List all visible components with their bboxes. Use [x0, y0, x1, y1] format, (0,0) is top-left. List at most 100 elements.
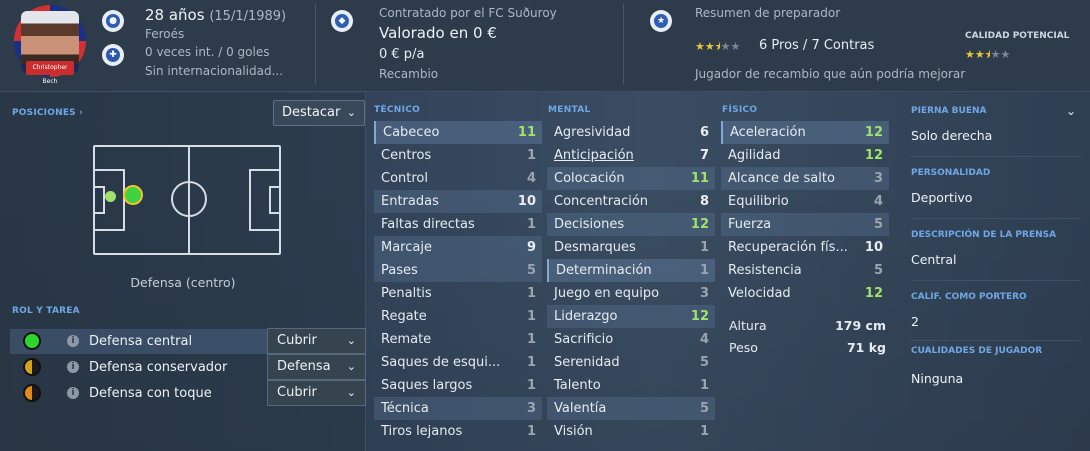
attribute-name: Velocidad: [728, 286, 791, 301]
coach-report-title[interactable]: Resumen de preparador: [695, 6, 840, 20]
attribute-row[interactable]: Recuperación fís... 10: [721, 236, 889, 259]
attribute-name: Saques de esqui...: [381, 355, 501, 370]
attribute-row[interactable]: Saques de esqui... 1: [374, 351, 542, 374]
positions-label[interactable]: POSICIONES ›: [12, 108, 83, 118]
attribute-row[interactable]: Pases 5: [374, 259, 542, 282]
player-nation[interactable]: Feroés: [145, 27, 184, 41]
attribute-value: 1: [699, 424, 709, 439]
attribute-name: Visión: [554, 424, 593, 439]
attribute-row[interactable]: Decisiones 12: [547, 213, 715, 236]
attribute-row[interactable]: Centros 1: [374, 144, 542, 167]
attribute-row[interactable]: Saques largos 1: [374, 374, 542, 397]
attribute-value: 4: [526, 171, 536, 186]
attribute-row[interactable]: Control 4: [374, 167, 542, 190]
attribute-name: Tiros lejanos: [381, 424, 463, 439]
attribute-name: Anticipación: [554, 148, 634, 163]
attribute-row[interactable]: Valentía 5: [547, 397, 715, 420]
role-suitability-icon: [23, 384, 41, 402]
physical-header: FÍSICO: [722, 105, 758, 115]
attribute-row[interactable]: Colocación 11: [547, 167, 715, 190]
position-dot-secondary[interactable]: [105, 191, 116, 202]
attribute-row[interactable]: Agilidad 12: [721, 144, 889, 167]
attribute-value: 11: [517, 125, 536, 140]
attribute-row[interactable]: Sacrificio 4: [547, 328, 715, 351]
attribute-row[interactable]: Juego en equipo 3: [547, 282, 715, 305]
attribute-value: 12: [864, 286, 883, 301]
player-value: Valorado en 0 €: [379, 24, 497, 42]
role-suitability-icon: [23, 358, 41, 376]
attribute-row[interactable]: Serenidad 5: [547, 351, 715, 374]
attribute-row[interactable]: Alcance de salto 3: [721, 167, 889, 190]
attribute-value: 4: [699, 332, 709, 347]
chevron-down-icon[interactable]: ⌄: [1066, 104, 1076, 118]
divider: [911, 218, 1081, 219]
attribute-row[interactable]: Marcaje 9: [374, 236, 542, 259]
player-wage: 0 € p/a: [379, 47, 425, 62]
mental-header: MENTAL: [548, 105, 591, 115]
attribute-row[interactable]: Desmarques 1: [547, 236, 715, 259]
pitch-goal-box-right: [269, 186, 281, 214]
star-empty-icon: ★★: [990, 48, 1011, 61]
attribute-value: 12: [864, 148, 883, 163]
duty-value: Cubrir: [277, 333, 317, 348]
attribute-row[interactable]: Talento 1: [547, 374, 715, 397]
info-icon[interactable]: i: [67, 335, 79, 347]
attribute-row[interactable]: Cabeceo 11: [374, 121, 542, 144]
attribute-value: 1: [526, 217, 536, 232]
divider: [911, 156, 1081, 157]
star-badge-icon: ★: [650, 10, 672, 32]
attribute-row[interactable]: Velocidad 12: [721, 282, 889, 305]
attribute-row[interactable]: Anticipación 7: [547, 144, 715, 167]
potential-stars: ★★⯨★★: [965, 46, 1010, 65]
highlight-dropdown[interactable]: Destacar ⌄: [273, 100, 365, 126]
intl-status: Sin internacionalidad...: [145, 64, 284, 78]
contract-club[interactable]: Contratado por el FC Suðuroy: [379, 6, 557, 20]
star-empty-icon: ★★: [720, 40, 741, 53]
info-icon[interactable]: i: [67, 387, 79, 399]
duty-dropdown[interactable]: Defensa ⌄: [267, 354, 366, 380]
position-pitch[interactable]: [93, 145, 281, 255]
player-age: 28 años (15/1/1989): [145, 6, 286, 24]
attribute-value: 12: [690, 309, 709, 324]
star-icon: ★★: [965, 48, 985, 61]
attribute-row[interactable]: Técnica 3: [374, 397, 542, 420]
attribute-row[interactable]: Fuerza 5: [721, 213, 889, 236]
attribute-row[interactable]: Agresividad 6: [547, 121, 715, 144]
chevron-down-icon: ⌄: [346, 334, 356, 347]
technical-header: TÉCNICO: [374, 105, 421, 115]
attribute-value: 1: [699, 378, 709, 393]
attribute-row[interactable]: Equilibrio 4: [721, 190, 889, 213]
role-name: Defensa central: [89, 334, 193, 349]
position-dot-main[interactable]: [123, 185, 143, 205]
attribute-row[interactable]: Liderazgo 12: [547, 305, 715, 328]
attribute-value: 10: [517, 194, 536, 209]
chevron-down-icon: ⌄: [346, 386, 356, 399]
attribute-row[interactable]: Tiros lejanos 1: [374, 420, 542, 443]
attribute-value: 1: [526, 424, 536, 439]
attribute-name: Decisiones: [554, 217, 625, 232]
attribute-row[interactable]: Aceleración 12: [721, 121, 889, 144]
attribute-row[interactable]: Resistencia 5: [721, 259, 889, 282]
attribute-row[interactable]: Remate 1: [374, 328, 542, 351]
chevron-down-icon: ⌄: [346, 360, 356, 373]
attribute-name: Entradas: [381, 194, 439, 209]
attribute-row[interactable]: Visión 1: [547, 420, 715, 443]
info-icon[interactable]: i: [67, 361, 79, 373]
duty-dropdown[interactable]: Cubrir ⌄: [267, 328, 366, 354]
player-avatar[interactable]: Christopher Bech: [14, 5, 86, 85]
attribute-name: Talento: [554, 378, 601, 393]
attribute-row[interactable]: Faltas directas 1: [374, 213, 542, 236]
attribute-row[interactable]: Penaltis 1: [374, 282, 542, 305]
attribute-row[interactable]: Concentración 8: [547, 190, 715, 213]
attribute-name: Liderazgo: [554, 309, 618, 324]
attribute-row[interactable]: Regate 1: [374, 305, 542, 328]
attribute-value: 1: [526, 148, 536, 163]
coach-rating-stars: ★★⯨★★: [695, 38, 740, 57]
duty-dropdown[interactable]: Cubrir ⌄: [267, 380, 366, 406]
attribute-row[interactable]: Entradas 10: [374, 190, 542, 213]
attribute-name: Agresividad: [554, 125, 631, 140]
attribute-row[interactable]: Determinación 1: [547, 259, 715, 282]
attribute-value: 7: [699, 148, 709, 163]
attribute-name: Colocación: [554, 171, 625, 186]
attribute-name: Control: [381, 171, 428, 186]
